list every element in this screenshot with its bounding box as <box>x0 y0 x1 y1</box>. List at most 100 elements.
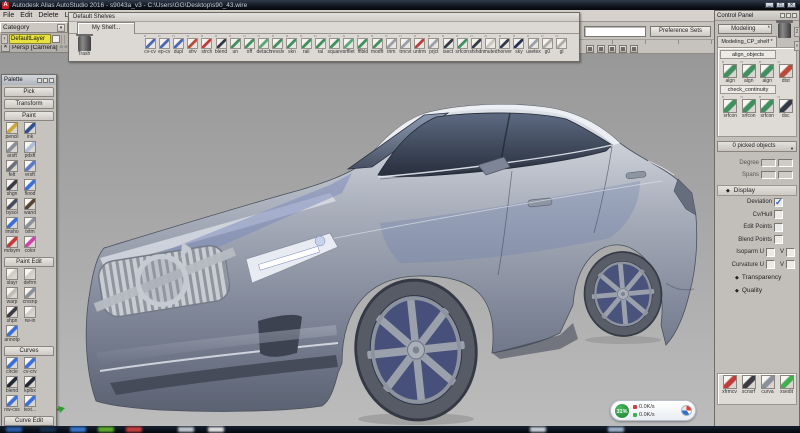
shelf-tool-icon[interactable] <box>145 38 156 49</box>
palette-tool-icon[interactable] <box>6 198 18 210</box>
magnet-icon[interactable] <box>619 45 627 53</box>
cp-tool[interactable]: xfrmcv <box>720 375 739 395</box>
palette-tool[interactable]: circle <box>3 357 21 375</box>
palette-tool-icon[interactable] <box>6 306 18 318</box>
shelf-tool-icon[interactable] <box>272 38 283 49</box>
shelf-tool-icon[interactable] <box>457 38 468 49</box>
palette-tool[interactable]: felt <box>3 160 21 178</box>
shelf-tool-icon[interactable] <box>357 38 368 49</box>
palette-tool[interactable]: flood <box>21 179 39 197</box>
taskbar-app-icon[interactable] <box>208 427 224 432</box>
cp-tool-icon[interactable] <box>779 99 793 113</box>
shelf-tool-icon[interactable] <box>329 38 340 49</box>
shelf-tool[interactable]: n horver <box>498 34 512 55</box>
palette-tool[interactable]: ersft <box>21 160 39 178</box>
palette-tool[interactable]: arsft <box>3 141 21 159</box>
palette-tool-icon[interactable] <box>24 141 36 153</box>
cp-tool[interactable]: n srfcon <box>740 95 759 119</box>
shelf-tool[interactable]: n g0 <box>540 34 554 55</box>
palette-tool-icon[interactable] <box>6 268 18 280</box>
palette-tool[interactable]: pdsft <box>21 141 39 159</box>
display-subsection[interactable]: ◆ Transparency <box>717 271 797 284</box>
palette-tool[interactable]: pencil <box>3 122 21 140</box>
cp-tool-icon[interactable] <box>723 375 737 389</box>
cp-tool-icon[interactable] <box>760 64 774 78</box>
trash-icon[interactable] <box>778 23 791 38</box>
palette-section-tab-curveedit[interactable]: Curve Edit <box>4 416 54 426</box>
cp-tool[interactable]: n algn <box>740 60 759 84</box>
shelf-tool-icon[interactable] <box>343 38 354 49</box>
palette-section-tab[interactable]: Pick <box>4 87 54 97</box>
cp-side-tab-1[interactable]: 2 <box>794 27 800 37</box>
palette-tool-icon[interactable] <box>24 268 36 280</box>
construction-icon[interactable] <box>630 45 638 53</box>
shelf-tool-icon[interactable] <box>201 38 212 49</box>
shelf-tool[interactable]: n muted <box>484 34 498 55</box>
palette-tool-icon[interactable] <box>24 306 36 318</box>
cp-trash[interactable] <box>778 23 791 38</box>
shelf-tool-icon[interactable] <box>471 38 482 49</box>
shelf-tool[interactable]: n prjct <box>427 34 441 55</box>
cp-side-tab-2[interactable]: » <box>794 41 800 51</box>
cp-tool-icon[interactable] <box>742 375 756 389</box>
shelf-tool[interactable]: n cv-cv <box>143 34 157 55</box>
shelf-tool-icon[interactable] <box>230 38 241 49</box>
shelf-tool-icon[interactable] <box>216 38 227 49</box>
shelf-tool[interactable]: n fflbld <box>356 34 370 55</box>
shelf-tool-icon[interactable] <box>443 38 454 49</box>
display-option-checkbox[interactable] <box>774 210 783 219</box>
cp-tool-icon[interactable] <box>780 375 794 389</box>
shelf-tool-icon[interactable] <box>414 38 425 49</box>
display-option-checkbox[interactable] <box>774 223 783 232</box>
cp-tool[interactable]: curva <box>758 375 777 395</box>
windows-taskbar[interactable] <box>0 426 800 433</box>
taskbar-app-icon[interactable] <box>178 427 194 432</box>
palette-tool[interactable]: text... <box>21 395 39 413</box>
shelf-tool[interactable]: n blend <box>214 34 228 55</box>
display-option-checkbox[interactable] <box>766 248 775 257</box>
palette-tool-icon[interactable] <box>24 179 36 191</box>
menu-item[interactable]: File <box>0 12 17 19</box>
shelf-tool[interactable]: n rail <box>299 34 313 55</box>
cp-tool[interactable]: n srfcon <box>721 95 740 119</box>
shelf-tool[interactable]: n square <box>327 34 341 55</box>
palette-section-tab-paintedit[interactable]: Paint Edit <box>4 257 54 267</box>
taskbar-app-icon[interactable] <box>608 427 624 432</box>
shelf-tool-icon[interactable] <box>528 38 539 49</box>
network-monitor-widget[interactable]: 31% 0.0K/s 0.0K/s <box>610 400 696 421</box>
palette-section-tab-curves[interactable]: Curves <box>4 346 54 356</box>
palette-tool[interactable]: nw-css <box>3 395 21 413</box>
palette-tool-icon[interactable] <box>24 198 36 210</box>
display-option-checkbox[interactable] <box>774 235 783 244</box>
shelf-tool-icon[interactable] <box>513 38 524 49</box>
window-control-button[interactable]: □ <box>776 2 785 8</box>
shelf-tool-icon[interactable] <box>173 38 184 49</box>
shelf-tool-icon[interactable] <box>386 38 397 49</box>
cp-collapse-button[interactable] <box>780 13 785 18</box>
shelf-tool[interactable]: n srfcon <box>455 34 469 55</box>
palette-titlebar[interactable]: Palette <box>2 75 56 85</box>
shelf-tool-icon[interactable] <box>556 38 567 49</box>
shelf-tool-icon[interactable] <box>159 38 170 49</box>
window-control-button[interactable]: ✕ <box>787 2 796 8</box>
lightbulb-icon[interactable] <box>586 45 594 53</box>
palette-tool[interactable]: shpn <box>3 306 21 324</box>
my-shelf-tab[interactable]: My Shelf... <box>77 22 135 34</box>
palette-tool[interactable]: mdsym <box>3 236 21 254</box>
palette-tool[interactable]: txtm <box>21 217 39 235</box>
cp-tool[interactable]: n algn <box>758 60 777 84</box>
shelf-tool-icon[interactable] <box>301 38 312 49</box>
palette-section-tab-paint[interactable]: Paint <box>4 111 54 121</box>
shelf-tool[interactable]: n detach <box>257 34 271 55</box>
palette-tool[interactable]: annotp <box>3 325 21 343</box>
palette-tool[interactable]: blend <box>3 376 21 394</box>
cp-field-v[interactable] <box>778 159 793 167</box>
display-option-checkbox[interactable] <box>766 260 775 269</box>
cp-tool[interactable]: scnsrf <box>739 375 758 395</box>
shelf-tool[interactable]: n isect <box>441 34 455 55</box>
palette-tool-icon[interactable] <box>6 395 18 407</box>
cp-tool-icon[interactable] <box>723 64 737 78</box>
palette-tool[interactable]: ink <box>21 122 39 140</box>
palette-tool-icon[interactable] <box>24 357 36 369</box>
palette-tool[interactable]: imsho <box>3 217 21 235</box>
